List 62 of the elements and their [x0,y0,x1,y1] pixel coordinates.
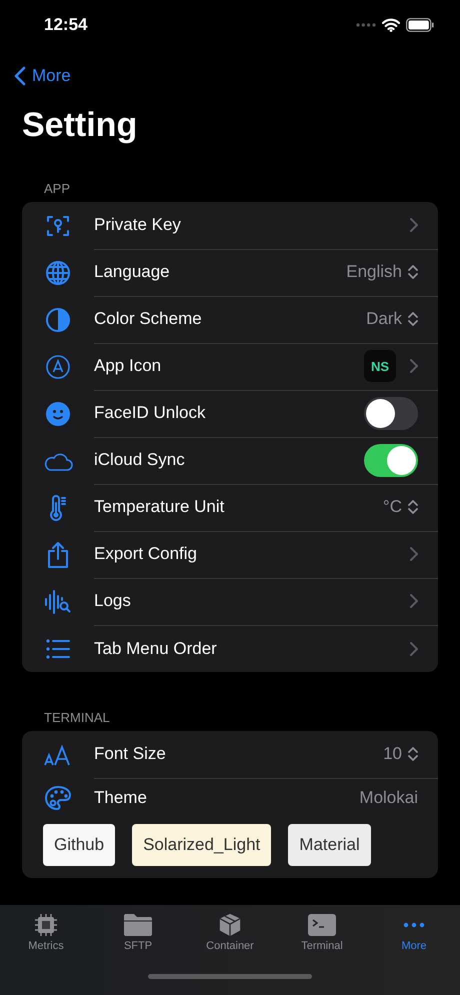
row-label: Theme [94,788,148,808]
row-value: 10 [383,744,402,764]
letter-a-circle-icon [45,354,71,380]
thermometer-icon [48,494,68,522]
row-value: Molokai [359,788,418,808]
chevron-right-icon [410,642,418,656]
section-header: APP [44,181,72,196]
row-label: Private Key [94,215,182,235]
palette-icon [44,785,72,811]
row-label: Tab Menu Order [94,638,218,658]
signal-icon [356,23,376,27]
row-label: Logs [94,591,132,611]
row-label: App Icon [94,356,162,376]
section-header: TERMINAL [44,710,111,725]
chip-icon [34,913,58,937]
page-title: Setting [22,106,138,145]
theme-chip[interactable]: Github [43,824,116,866]
waveform-magnifier-icon [44,588,72,614]
row-label: FaceID Unlock [94,403,206,423]
battery-icon [406,18,434,32]
tab-bar-item[interactable]: Terminal [282,913,362,952]
chevron-right-icon [410,218,418,232]
list-icon [45,638,71,660]
theme-chip[interactable]: Solarized_Light [132,824,272,866]
up-down-chevron-icon [408,499,418,515]
row-value: Dark [366,309,402,329]
share-icon [46,540,70,568]
more-icon [403,922,425,928]
row-label: Font Size [94,744,167,764]
chevron-right-icon [410,359,418,373]
row-label: Export Config [94,544,198,564]
status-time: 12:54 [44,15,88,35]
folder-icon [123,913,153,937]
row-label: Color Scheme [94,309,203,329]
up-down-chevron-icon [408,264,418,280]
wifi-icon [382,18,400,32]
key-icon [46,214,70,238]
theme-chip[interactable]: Material [288,824,371,866]
row-label: Language [94,262,171,282]
contrast-icon [45,306,71,332]
chevron-right-icon [410,594,418,608]
tab-bar-item[interactable]: Container [190,913,270,952]
terminal-icon [307,913,337,937]
app-icon-preview: NS [364,350,396,382]
tab-bar-item[interactable]: SFTP [98,913,178,952]
back-chevron-icon [14,66,26,86]
box-icon [218,913,242,937]
toggle-switch[interactable] [364,396,418,430]
tab-bar-item[interactable]: More [374,913,454,952]
row-label: Temperature Unit [94,497,226,517]
row-value: °C [382,497,402,517]
chevron-right-icon [410,547,418,561]
up-down-chevron-icon [408,311,418,327]
globe-icon [45,260,71,286]
row-value: English [346,262,402,282]
smiley-icon [45,400,71,426]
tab-bar-item[interactable]: Metrics [6,913,86,952]
text-size-icon [44,744,72,766]
row-label: iCloud Sync [94,450,186,470]
up-down-chevron-icon [408,746,418,762]
toggle-switch[interactable] [364,444,418,476]
back-button[interactable]: More [14,66,71,86]
